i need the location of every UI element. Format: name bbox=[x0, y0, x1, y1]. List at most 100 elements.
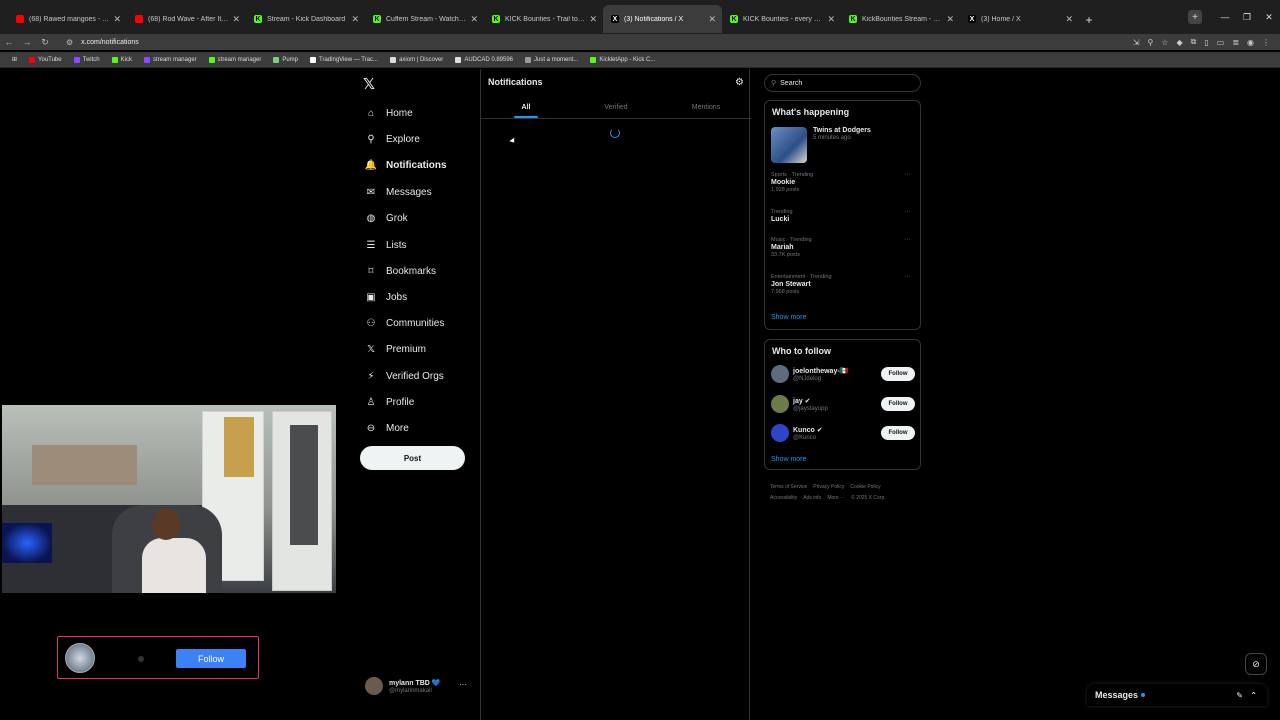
apps-icon[interactable]: ⊞ bbox=[12, 56, 17, 63]
bookmark-item[interactable]: stream manager bbox=[208, 56, 261, 63]
bookmark-item[interactable]: Pump bbox=[273, 56, 298, 63]
gear-icon[interactable]: ⚙ bbox=[735, 77, 744, 88]
close-tab-icon[interactable]: ✕ bbox=[113, 14, 121, 25]
sidepanel-icon[interactable]: ▯ bbox=[1204, 38, 1208, 47]
close-tab-icon[interactable]: ✕ bbox=[1065, 14, 1073, 25]
tab-all[interactable]: All bbox=[481, 97, 571, 118]
bookmark-item[interactable]: stream manager bbox=[143, 56, 197, 63]
footer-link[interactable]: Terms of Service bbox=[770, 484, 807, 490]
happening-show-more-link[interactable]: Show more bbox=[771, 314, 806, 321]
avatar[interactable] bbox=[771, 365, 789, 383]
menu-icon[interactable]: ⋮ bbox=[1262, 38, 1270, 47]
browser-tab[interactable]: K KICK Bounties - Trail to Trevor ✕ bbox=[484, 5, 603, 33]
follow-alert-button[interactable]: Follow bbox=[176, 649, 246, 668]
close-tab-icon[interactable]: ✕ bbox=[351, 14, 359, 25]
media-icon[interactable]: ≣ bbox=[1232, 38, 1239, 47]
footer-link[interactable]: © 2025 X Corp. bbox=[851, 495, 886, 501]
restore-button[interactable]: ❐ bbox=[1236, 0, 1258, 34]
sidebar-item-premium[interactable]: 𝕏 Premium bbox=[364, 339, 426, 359]
follow-button[interactable]: Follow bbox=[881, 367, 915, 381]
close-tab-icon[interactable]: ✕ bbox=[470, 14, 478, 25]
trend-item[interactable]: Entertainment · Trending Jon Stewart 7,968… bbox=[771, 273, 911, 295]
trend-item[interactable]: Trending Lucki ··· bbox=[771, 208, 911, 224]
close-window-button[interactable]: ✕ bbox=[1258, 0, 1280, 34]
star-icon[interactable]: ☆ bbox=[1161, 38, 1168, 47]
trend-more-icon[interactable]: ··· bbox=[904, 208, 911, 215]
forward-icon[interactable]: → bbox=[18, 37, 36, 47]
minimize-button[interactable]: — bbox=[1214, 0, 1236, 34]
site-info-icon[interactable]: ⚙ bbox=[66, 38, 73, 47]
sidebar-item-explore[interactable]: ⚲ Explore bbox=[364, 129, 420, 149]
follow-suggestion-row[interactable]: Kunco ✔ @Kunco Follow bbox=[771, 422, 915, 444]
follow-suggestion-row[interactable]: joelontheway-🇲🇽 @NJdelog Follow bbox=[771, 363, 915, 385]
x-logo-icon[interactable]: 𝕏 bbox=[363, 75, 375, 93]
trend-more-icon[interactable]: ··· bbox=[904, 171, 911, 178]
grok-fab-icon[interactable]: ⊘ bbox=[1245, 653, 1267, 675]
account-switcher[interactable]: mylann TBD 💙 @mylannmakall ··· bbox=[365, 674, 475, 698]
avatar[interactable] bbox=[771, 395, 789, 413]
trend-item[interactable]: Music · Trending Mariah 33.7K posts ··· bbox=[771, 236, 911, 258]
messages-drawer[interactable]: Messages ✎ ⌃ bbox=[1087, 684, 1267, 706]
close-tab-icon[interactable]: ✕ bbox=[827, 14, 835, 25]
bookmark-item[interactable]: YouTube bbox=[29, 56, 62, 63]
close-tab-icon[interactable]: ✕ bbox=[232, 14, 240, 25]
sidebar-item-more[interactable]: ⊖ More bbox=[364, 418, 409, 438]
featured-trend[interactable]: Twins at Dodgers 5 minutes ago bbox=[771, 127, 871, 163]
extension-icon[interactable]: ◆ bbox=[1176, 38, 1182, 47]
sidebar-item-bookmarks[interactable]: ⌑ Bookmarks bbox=[364, 261, 436, 281]
browser-tab[interactable]: (68) Rawed mangoes - YouT ✕ bbox=[8, 5, 127, 33]
browser-tab[interactable]: K KickBounties Stream - Watch Li✕ bbox=[841, 5, 960, 33]
bookmark-item[interactable]: Kick bbox=[111, 56, 132, 63]
browser-tab[interactable]: K Cuffem Stream - Watch Live on✕ bbox=[365, 5, 484, 33]
sidebar-item-home[interactable]: ⌂ Home bbox=[364, 103, 413, 123]
close-tab-icon[interactable]: ✕ bbox=[589, 14, 597, 25]
footer-link[interactable]: More ··· bbox=[827, 495, 845, 501]
new-tab-button[interactable]: + bbox=[1079, 10, 1099, 30]
back-icon[interactable]: ← bbox=[0, 37, 18, 47]
sidebar-item-messages[interactable]: ✉ Messages bbox=[364, 182, 432, 202]
avatar[interactable] bbox=[771, 424, 789, 442]
bookmark-item[interactable]: Twitch bbox=[73, 56, 100, 63]
reload-icon[interactable]: ↻ bbox=[36, 37, 54, 48]
split-icon[interactable]: ▭ bbox=[1217, 38, 1225, 47]
bookmark-item[interactable]: TradingView — Trac... bbox=[310, 56, 378, 63]
sidebar-item-communities[interactable]: ⚇ Communities bbox=[364, 313, 445, 333]
sidebar-item-notifications[interactable]: 🔔 Notifications bbox=[364, 155, 447, 175]
footer-link[interactable]: Ads info bbox=[803, 495, 821, 501]
follow-show-more-link[interactable]: Show more bbox=[771, 456, 806, 463]
bookmark-item[interactable]: AUDCAD 0.89596 bbox=[455, 56, 513, 63]
close-tab-icon[interactable]: ✕ bbox=[708, 14, 716, 25]
profile-icon[interactable]: ◉ bbox=[1247, 38, 1254, 47]
close-tab-icon[interactable]: ✕ bbox=[946, 14, 954, 25]
browser-tab[interactable]: X (3) Home / X ✕ bbox=[960, 5, 1079, 33]
browser-tab[interactable]: K Stream - Kick Dashboard ✕ bbox=[246, 5, 365, 33]
footer-link[interactable]: Accessibility bbox=[770, 495, 797, 501]
puzzle-icon[interactable]: ⧉ bbox=[1191, 37, 1197, 47]
tab-mentions[interactable]: Mentions bbox=[661, 97, 751, 118]
post-button[interactable]: Post bbox=[360, 446, 465, 470]
footer-link[interactable]: Privacy Policy bbox=[813, 484, 844, 490]
extension-plus-icon[interactable]: + bbox=[1188, 10, 1202, 24]
footer-link[interactable]: Cookie Policy bbox=[850, 484, 880, 490]
follow-suggestion-row[interactable]: jay ✔ @jaystayupp Follow bbox=[771, 393, 915, 415]
browser-tab[interactable]: K KICK Bounties - every player fo✕ bbox=[722, 5, 841, 33]
trend-more-icon[interactable]: ··· bbox=[904, 236, 911, 243]
zoom-icon[interactable]: ⚲ bbox=[1147, 38, 1153, 47]
browser-tab[interactable]: X (3) Notifications / X ✕ bbox=[603, 5, 722, 33]
bookmark-item[interactable]: Just a moment... bbox=[525, 56, 578, 63]
sidebar-item-jobs[interactable]: ▣ Jobs bbox=[364, 287, 407, 307]
install-icon[interactable]: ⇲ bbox=[1133, 38, 1140, 47]
browser-tab[interactable]: (68) Rod Wave - After It All ✕ bbox=[127, 5, 246, 33]
sidebar-item-lists[interactable]: ☰ Lists bbox=[364, 235, 407, 255]
chevron-up-icon[interactable]: ⌃ bbox=[1250, 691, 1257, 700]
search-input[interactable]: ⚲ Search bbox=[764, 74, 921, 92]
sidebar-item-verified-orgs[interactable]: ⚡ Verified Orgs bbox=[364, 366, 443, 386]
trend-item[interactable]: Sports · Trending Mookie 1,928 posts ··· bbox=[771, 171, 911, 193]
address-bar[interactable]: ⚙ x.com/notifications bbox=[66, 34, 1096, 50]
follow-button[interactable]: Follow bbox=[881, 397, 915, 411]
bookmark-item[interactable]: axiom | Discover bbox=[390, 56, 443, 63]
bookmark-item[interactable]: KickletApp - Kick C... bbox=[590, 56, 655, 63]
compose-message-icon[interactable]: ✎ bbox=[1236, 691, 1243, 700]
trend-more-icon[interactable]: ··· bbox=[904, 273, 911, 280]
tab-verified[interactable]: Verified bbox=[571, 97, 661, 118]
